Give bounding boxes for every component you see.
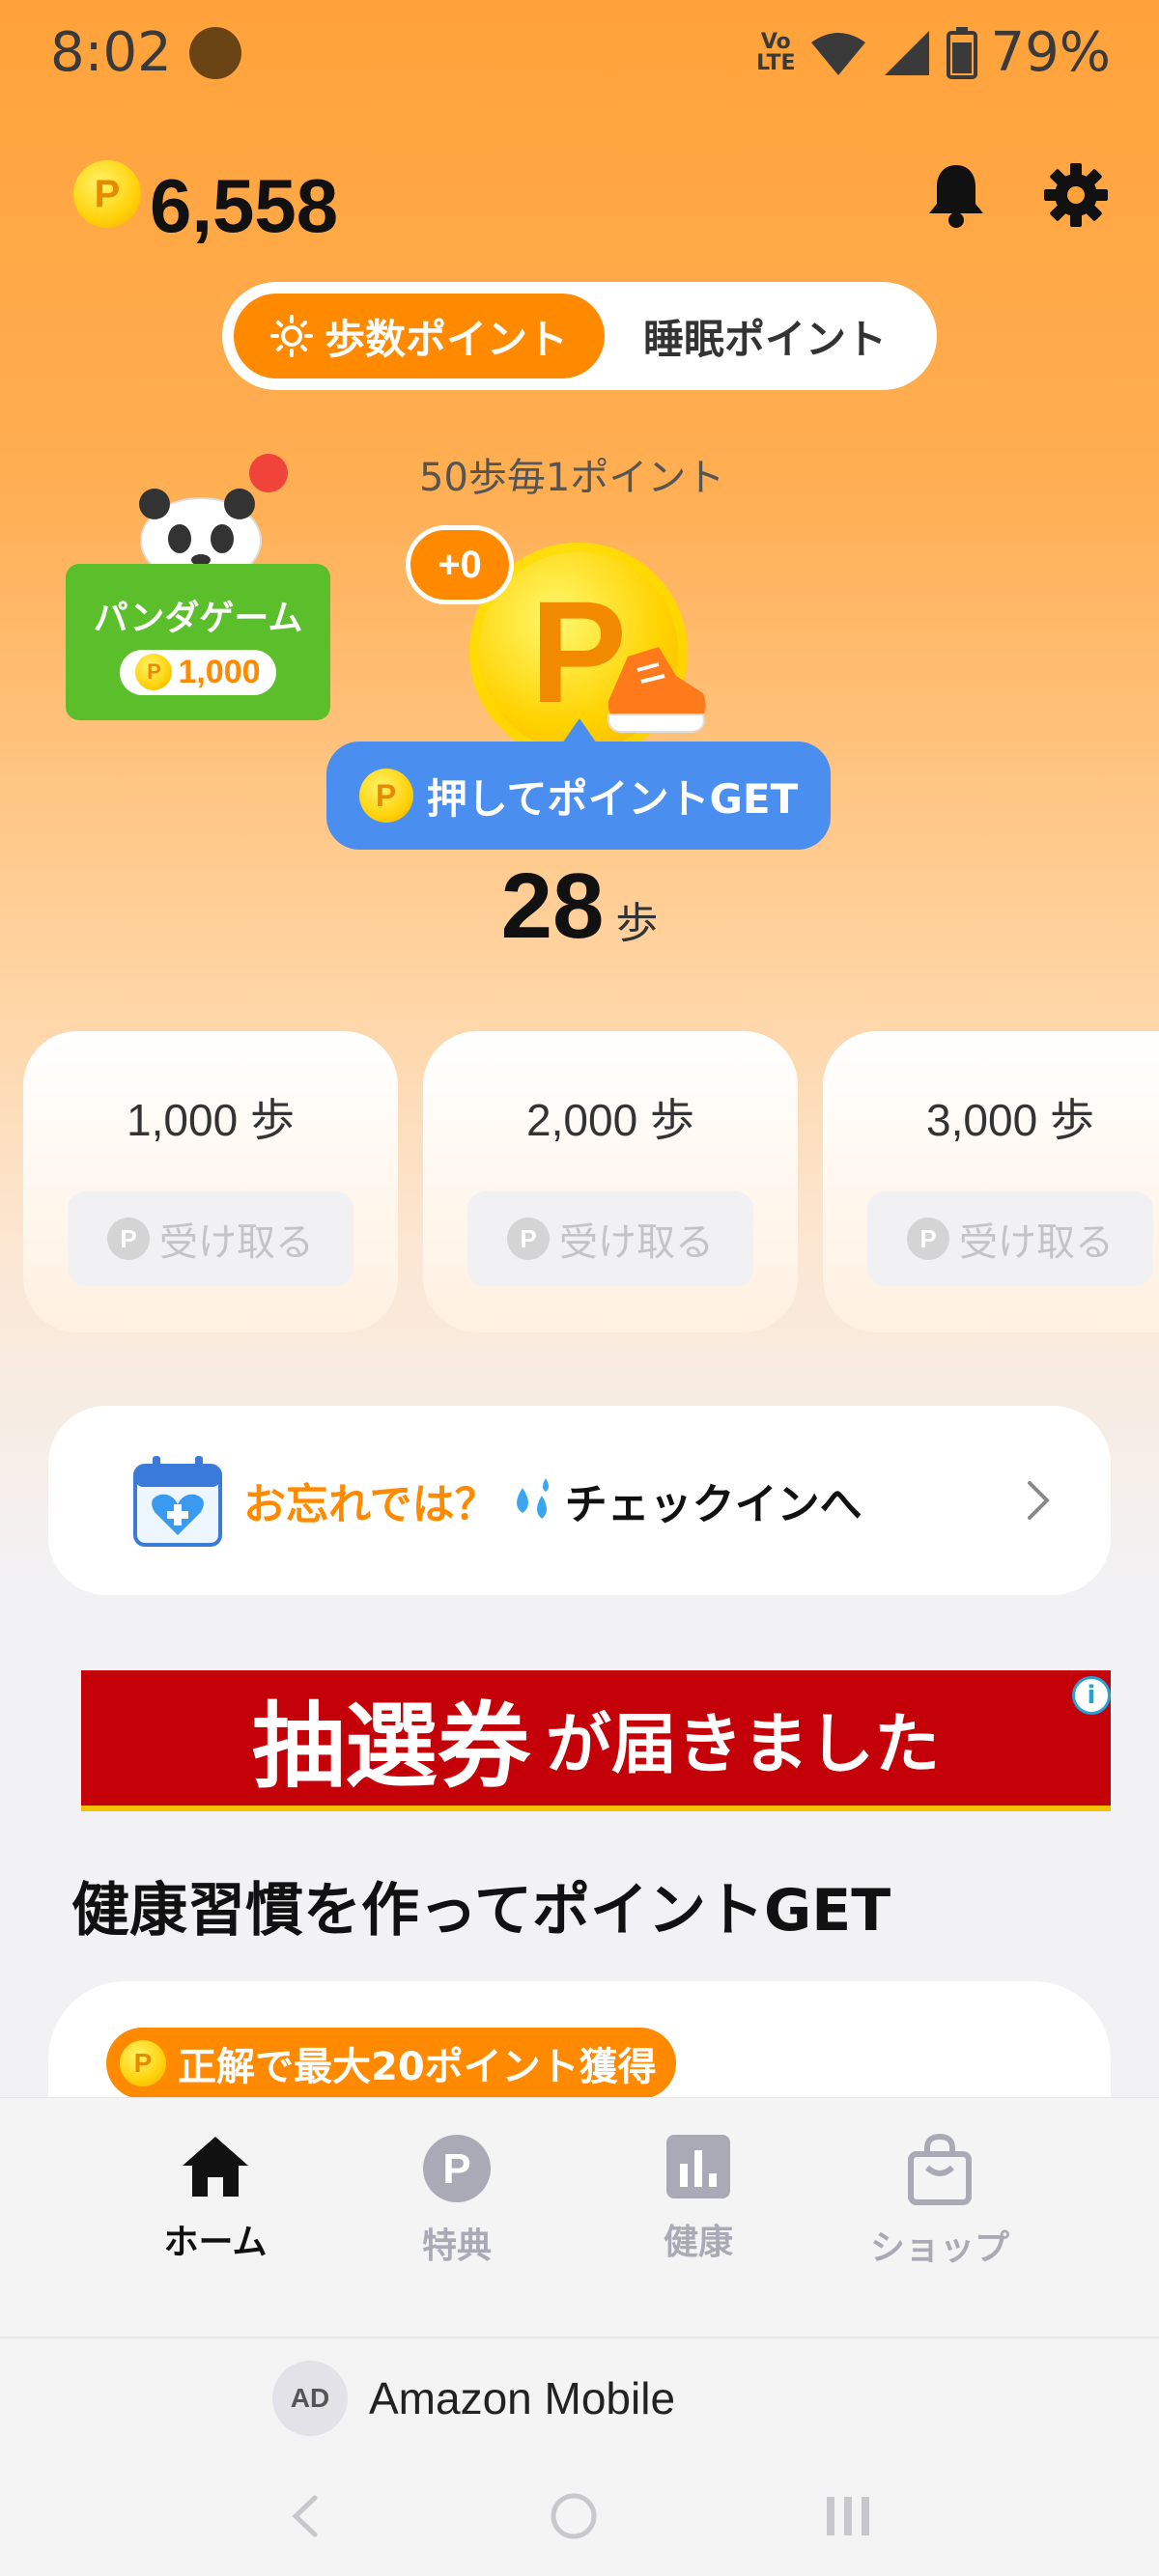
checkin-prompt: お忘れでは？ [243,1480,497,1529]
tab-step-points[interactable]: 歩数ポイント [234,294,605,378]
volte-icon: Vo LTE [756,29,796,75]
habit-reward-badge: P 正解で最大20ポイント獲得 [106,2028,676,2099]
new-badge-dot [249,454,288,492]
mode-tabs: 歩数ポイント 睡眠ポイント [222,282,937,390]
points-icon: P [423,2135,491,2202]
milestone-steps: 1,000 歩 [127,1095,295,1145]
sweat-drops-icon [516,1478,549,1519]
gear-icon [1044,163,1108,227]
settings-button[interactable] [1037,156,1115,234]
nav-home-label: ホーム [163,2223,268,2262]
claim-button[interactable]: P 受け取る [68,1191,353,1286]
chevron-right-icon [1028,1481,1050,1520]
sun-icon [269,315,313,357]
habit-reward-label: 正解で最大20ポイント獲得 [178,2045,657,2089]
battery-icon [946,26,977,79]
milestone-steps: 2,000 歩 [526,1095,694,1145]
coin-icon: P [120,2040,166,2086]
step-unit: 歩 [615,899,659,948]
nav-health[interactable]: 健康 [578,2098,819,2337]
claim-button-label: 受け取る [159,1220,314,1265]
pending-points-badge: +0 [406,525,514,604]
battery-percent: 79% [990,21,1111,84]
shopping-bag-icon [908,2133,972,2205]
ad-banner-headline: 抽選券 [251,1692,530,1801]
svg-text:P: P [442,2145,470,2193]
claim-button[interactable]: P 受け取る [867,1191,1153,1286]
signal-icon [884,30,929,75]
nav-shop-label: ショップ [869,2228,1009,2268]
panda-game-reward-value: 1,000 [178,653,261,690]
recent-apps-icon[interactable] [823,2491,873,2541]
bell-icon [929,165,983,228]
nav-shop[interactable]: ショップ [819,2098,1060,2337]
coin-icon: P [135,654,173,690]
panda-game-title: パンダゲーム [93,598,303,638]
tab-sleep-points[interactable]: 睡眠ポイント [605,294,925,378]
chart-icon [666,2135,730,2198]
nav-benefits-label: 特典 [421,2226,492,2266]
coin-icon: P [358,769,413,823]
sneaker-icon [599,637,711,743]
milestone-card: 3,000 歩 P 受け取る [823,1031,1159,1332]
step-count: 28 [500,854,605,958]
tab-step-points-label: 歩数ポイント [324,315,568,363]
nav-home[interactable]: ホーム [95,2098,336,2337]
get-points-button[interactable]: P 押してポイントGET [326,742,831,850]
home-circle-icon[interactable] [549,2491,599,2541]
home-icon [183,2137,248,2197]
milestone-card: 1,000 歩 P 受け取る [23,1031,398,1332]
ad-banner-subtext: が届きました [545,1706,940,1783]
claim-button[interactable]: P 受け取る [467,1191,753,1286]
ad-info-icon[interactable]: i [1072,1676,1111,1715]
claim-button-label: 受け取る [959,1220,1114,1265]
back-icon[interactable] [286,2492,325,2540]
nav-health-label: 健康 [663,2223,733,2262]
checkin-button[interactable]: お忘れでは？ チェックインへ [48,1406,1111,1595]
checkin-label: チェックインへ [564,1480,862,1529]
coin-icon: P [907,1218,949,1260]
coin-icon: P [507,1218,550,1260]
status-icons: Vo LTE 79% [756,21,1111,84]
notification-button[interactable] [918,156,995,234]
points-coin-icon: P [73,160,141,228]
status-time: 8:02 [50,21,172,84]
coin-icon: P [107,1218,150,1260]
ad-banner[interactable]: 抽選券 が届きました [81,1670,1111,1811]
panda-game-reward: P 1,000 [120,649,276,695]
points-total: 6,558 [150,163,339,248]
claim-button-label: 受け取る [559,1220,714,1265]
bottom-navigation: ホーム P 特典 健康 ショップ [0,2097,1159,2338]
ad-bar[interactable]: AD Amazon Mobile [0,2340,1159,2456]
milestone-card: 2,000 歩 P 受け取る [423,1031,798,1332]
step-counter: 28 歩 [0,854,1159,960]
get-points-label: 押してポイントGET [426,774,799,823]
system-navigation [0,2456,1159,2576]
section-title: 健康習慣を作ってポイントGET [71,1877,891,1945]
milestone-steps: 3,000 歩 [926,1095,1094,1145]
nav-benefits[interactable]: P 特典 [336,2098,578,2337]
notification-dot-icon [189,27,241,79]
wifi-icon [810,32,865,75]
calendar-icon [133,1456,222,1547]
ad-chip: AD [272,2361,348,2436]
get-button-pointer [562,718,597,743]
panda-game-button[interactable]: パンダゲーム P 1,000 [66,564,330,720]
ad-label: Amazon Mobile [369,2373,676,2423]
